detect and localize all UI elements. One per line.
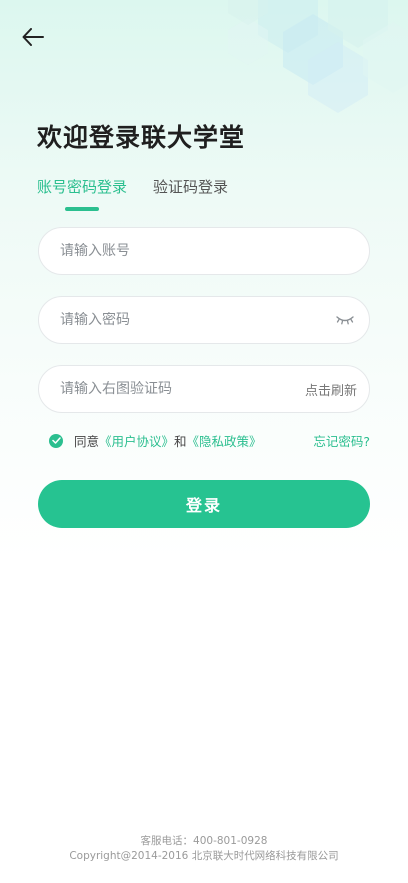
privacy-policy-link[interactable]: 《隐私政策》 (187, 431, 262, 450)
login-tabs: 账号密码登录 验证码登录 (37, 176, 228, 211)
tab-label: 账号密码登录 (37, 178, 128, 196)
customer-service-hotline: 客服电话：400-801-0928 (140, 835, 268, 847)
captcha-field: 点击刷新 (38, 365, 370, 413)
agreement-prefix: 同意 (74, 434, 100, 449)
tab-code-login[interactable]: 验证码登录 (153, 176, 228, 211)
arrow-left-icon (22, 28, 44, 50)
checkbox-checked-icon[interactable] (49, 433, 63, 448)
active-tab-indicator (65, 207, 99, 211)
page-title: 欢迎登录联大学堂 (37, 123, 246, 152)
tab-label: 验证码登录 (153, 178, 229, 196)
footer: 客服电话：400-801-0928 Copyright@2014-2016 北京… (0, 834, 408, 864)
login-button[interactable]: 登录 (38, 480, 370, 528)
eye-closed-icon[interactable] (335, 313, 357, 327)
captcha-input[interactable] (60, 381, 305, 397)
agreement-row: 同意 《用户协议》 和 《隐私政策》 忘记密码? (49, 431, 370, 450)
password-field (38, 296, 370, 344)
hexagon-decoration (108, 0, 408, 130)
agreement-conjunction: 和 (174, 434, 187, 449)
user-agreement-link[interactable]: 《用户协议》 (99, 431, 174, 450)
copyright-text: Copyright@2014-2016 北京联大时代网络科技有限公司 (69, 850, 339, 862)
forgot-password-link[interactable]: 忘记密码? (313, 431, 370, 450)
tab-password-login[interactable]: 账号密码登录 (37, 176, 127, 211)
account-input[interactable] (60, 243, 357, 259)
back-button[interactable] (18, 24, 48, 54)
captcha-refresh-link[interactable]: 点击刷新 (305, 380, 357, 399)
account-field (38, 227, 370, 275)
password-input[interactable] (60, 312, 335, 328)
